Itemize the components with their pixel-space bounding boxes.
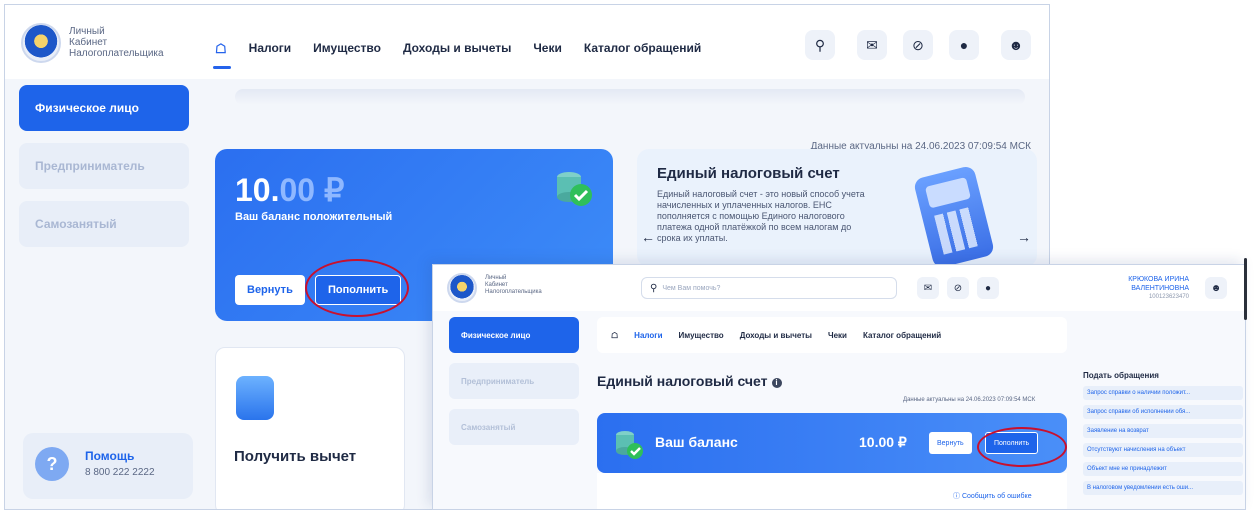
- help-card[interactable]: ? Помощь 8 800 222 2222: [23, 433, 193, 499]
- info-icon: ⓘ: [953, 493, 960, 500]
- lightbulb-icon[interactable]: ●: [977, 277, 999, 299]
- sidebar-item-entrepreneur[interactable]: Предприниматель: [19, 143, 189, 189]
- sidebar-item-individual[interactable]: Физическое лицо: [19, 85, 189, 131]
- appeals-panel: Подать обращения Запрос справки о наличи…: [1083, 371, 1243, 500]
- logo-line: Кабинет: [485, 282, 508, 288]
- eye-off-icon[interactable]: ⊘: [947, 277, 969, 299]
- coins-icon: [557, 172, 592, 206]
- logo-line: Личный: [69, 26, 105, 37]
- user-name-line1: КРЮКОВА ИРИНА: [1128, 276, 1189, 283]
- logo-line: Налогоплательщика: [485, 289, 542, 295]
- nav-receipts[interactable]: Чеки: [533, 41, 562, 57]
- arrow-left-icon[interactable]: ←: [641, 229, 655, 245]
- nav-property[interactable]: Имущество: [679, 331, 724, 340]
- user-inn: 100123623470: [1148, 294, 1189, 300]
- nav-taxes[interactable]: Налоги: [249, 41, 292, 57]
- nav-taxes[interactable]: Налоги: [634, 331, 662, 340]
- eye-off-icon[interactable]: ⊘: [903, 30, 933, 60]
- help-icon: ?: [35, 447, 69, 481]
- return-button[interactable]: Вернуть: [235, 275, 305, 305]
- front-window: Личный Кабинет Налогоплательщика ⚲ Чем В…: [432, 264, 1246, 510]
- deduction-card[interactable]: Получить вычет: [215, 347, 405, 509]
- ens-description: Единый налоговый счет - это новый способ…: [657, 189, 865, 243]
- sidebar: Физическое лицо Предприниматель Самозаня…: [19, 85, 189, 259]
- search-placeholder-bar: [235, 89, 1025, 105]
- search-placeholder: Чем Вам помочь?: [662, 284, 721, 292]
- ens-promo-card: Единый налоговый счет Единый налоговый с…: [637, 149, 1037, 267]
- appeal-item[interactable]: Запрос справки о наличии положит...: [1083, 386, 1243, 400]
- nav-income[interactable]: Доходы и вычеты: [740, 331, 812, 340]
- logo-text: Личный Кабинет Налогоплательщика: [485, 275, 542, 296]
- scrollbar[interactable]: [1244, 258, 1247, 320]
- appeal-item[interactable]: Отсутствуют начисления на объект: [1083, 443, 1243, 457]
- amount-frac: 00 ₽: [279, 172, 345, 208]
- user-icon[interactable]: ☻: [1001, 30, 1031, 60]
- user-info[interactable]: КРЮКОВА ИРИНА ВАЛЕНТИНОВНА 100123623470: [1128, 275, 1189, 302]
- mail-icon[interactable]: ✉: [857, 30, 887, 60]
- search-input[interactable]: ⚲ Чем Вам помочь?: [641, 277, 897, 299]
- balance-amount: 10.00 ₽: [859, 434, 907, 450]
- report-error-text: Сообщить об ошибке: [961, 493, 1032, 500]
- sidebar-item-selfemployed[interactable]: Самозанятый: [19, 201, 189, 247]
- main-nav: ☖ Налоги Имущество Доходы и вычеты Чеки …: [597, 317, 1067, 353]
- appeal-item[interactable]: В налоговом уведомлении есть оши...: [1083, 481, 1243, 495]
- search-icon: ⚲: [650, 282, 658, 294]
- appeal-item[interactable]: Запрос справки об исполнении обя...: [1083, 405, 1243, 419]
- user-name-line2: ВАЛЕНТИНОВНА: [1131, 285, 1189, 292]
- nav-catalog[interactable]: Каталог обращений: [584, 41, 701, 57]
- top-bar: Личный Кабинет Налогоплательщика ⚲ Чем В…: [433, 265, 1245, 311]
- sidebar-item-selfemployed[interactable]: Самозанятый: [449, 409, 579, 445]
- ens-title: Единый налоговый счет: [657, 165, 840, 182]
- arrow-right-icon[interactable]: →: [1017, 229, 1031, 245]
- lightbulb-icon[interactable]: ●: [949, 30, 979, 60]
- help-phone: 8 800 222 2222: [85, 467, 155, 478]
- nav-receipts[interactable]: Чеки: [828, 331, 847, 340]
- terminal-screen: [924, 176, 971, 209]
- appeal-item[interactable]: Заявление на возврат: [1083, 424, 1243, 438]
- data-actual-text: Данные актуальны на 24.06.2023 07:09:54 …: [903, 397, 1036, 403]
- nav-property[interactable]: Имущество: [313, 41, 381, 57]
- main-nav: ☖ Налоги Имущество Доходы и вычеты Чеки …: [213, 41, 701, 69]
- terminal-keys: [934, 206, 981, 255]
- balance-amount: 10.00 ₽: [235, 171, 344, 209]
- page-title: Единый налоговый счет i: [597, 373, 782, 389]
- amount-int: 10.: [235, 172, 280, 208]
- deduction-label: Получить вычет: [234, 448, 357, 465]
- screenshot-collage: Личный Кабинет Налогоплательщика ☖ Налог…: [0, 0, 1256, 510]
- logo-line: Налогоплательщика: [69, 48, 164, 59]
- payment-terminal-illustration: [912, 164, 996, 267]
- return-button[interactable]: Вернуть: [929, 432, 972, 454]
- nav-catalog[interactable]: Каталог обращений: [863, 331, 941, 340]
- sidebar-item-entrepreneur[interactable]: Предприниматель: [449, 363, 579, 399]
- topup-button[interactable]: Пополнить: [315, 275, 402, 305]
- home-icon[interactable]: ☖: [213, 41, 231, 69]
- balance-caption: Ваш баланс положительный: [235, 211, 393, 223]
- coins-icon: [616, 431, 643, 459]
- sidebar: Физическое лицо Предприниматель Самозаня…: [449, 317, 579, 455]
- top-bar: Личный Кабинет Налогоплательщика ☖ Налог…: [5, 5, 1049, 79]
- fns-logo[interactable]: [21, 23, 61, 63]
- search-icon[interactable]: ⚲: [805, 30, 835, 60]
- mail-icon[interactable]: ✉: [917, 277, 939, 299]
- report-error-link[interactable]: ⓘ Сообщить об ошибке: [953, 491, 1032, 501]
- info-icon[interactable]: i: [771, 378, 782, 388]
- user-icon[interactable]: ☻: [1205, 277, 1227, 299]
- topup-button[interactable]: Пополнить: [985, 432, 1039, 454]
- appeal-item[interactable]: Объект мне не принадлежит: [1083, 462, 1243, 476]
- logo-line: Кабинет: [69, 37, 108, 48]
- appeals-title: Подать обращения: [1083, 371, 1159, 380]
- help-title: Помощь: [85, 449, 135, 463]
- logo-text: Личный Кабинет Налогоплательщика: [69, 26, 164, 59]
- balance-card: Ваш баланс 10.00 ₽ Вернуть Пополнить: [597, 413, 1067, 473]
- page-title-text: Единый налоговый счет: [597, 373, 768, 389]
- home-icon[interactable]: ☖: [611, 331, 618, 340]
- nav-income[interactable]: Доходы и вычеты: [403, 41, 511, 57]
- sidebar-item-individual[interactable]: Физическое лицо: [449, 317, 579, 353]
- logo-line: Личный: [485, 275, 507, 281]
- balance-label: Ваш баланс: [655, 434, 738, 450]
- fns-logo[interactable]: [447, 273, 477, 303]
- wallet-icon: [236, 376, 274, 420]
